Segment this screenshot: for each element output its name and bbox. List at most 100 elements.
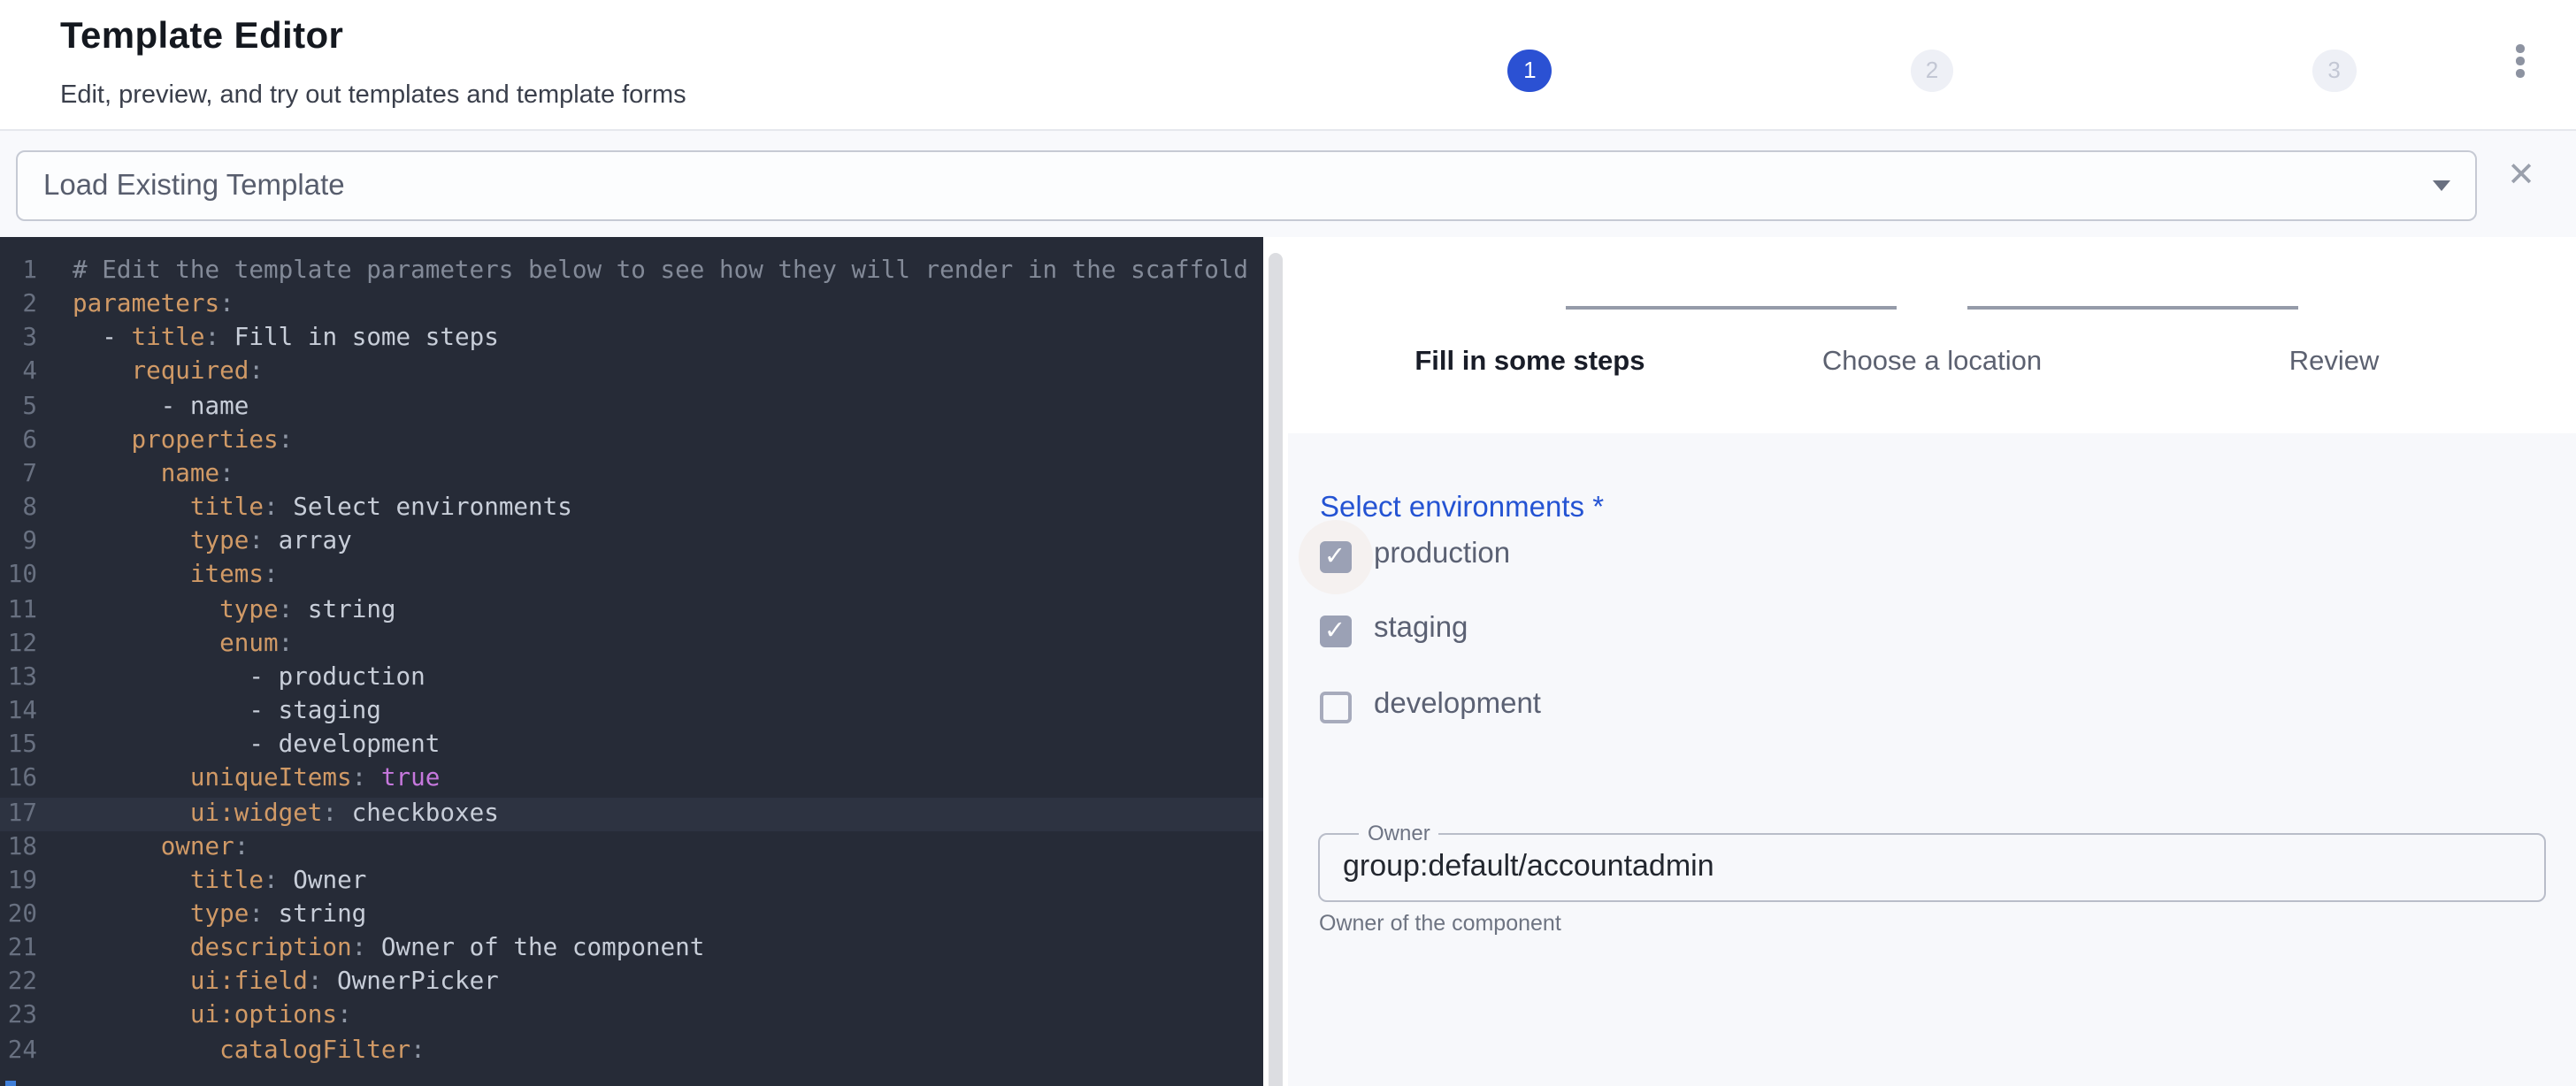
line-content: description: Owner of the component <box>73 932 704 966</box>
line-content: - name <box>73 390 249 424</box>
code-line-23[interactable]: 23 ui:options: <box>0 1000 1263 1034</box>
line-content: title: Owner <box>73 865 366 899</box>
line-content: - title: Fill in some steps <box>73 323 499 356</box>
code-line-9[interactable]: 9 type: array <box>0 526 1263 560</box>
line-content: owner: <box>73 830 249 864</box>
line-number: 12 <box>0 627 37 661</box>
step-1-indicator: 1 <box>1508 49 1552 92</box>
line-number: 5 <box>0 390 37 424</box>
line-content: # Edit the template parameters below to … <box>73 255 1248 288</box>
line-content: ui:options: <box>73 1000 352 1034</box>
owner-field-value: group:default/accountadmin <box>1343 835 1714 899</box>
code-line-13[interactable]: 13 - production <box>0 662 1263 695</box>
line-content: - production <box>73 662 426 695</box>
line-number: 16 <box>0 763 37 797</box>
code-line-20[interactable]: 20 type: string <box>0 899 1263 932</box>
code-line-2[interactable]: 2parameters: <box>0 288 1263 322</box>
line-number: 1 <box>0 255 37 288</box>
line-number: 8 <box>0 492 37 525</box>
line-number: 18 <box>0 830 37 864</box>
page-header: Template Editor Edit, preview, and try o… <box>0 0 2576 128</box>
step-connector <box>1968 306 2299 309</box>
code-line-16[interactable]: 16 uniqueItems: true <box>0 763 1263 797</box>
code-line-22[interactable]: 22 ui:field: OwnerPicker <box>0 967 1263 1000</box>
owner-field-helper: Owner of the component <box>1319 911 1561 936</box>
line-number: 3 <box>0 323 37 356</box>
step-label-1: Fill in some steps <box>1353 347 1706 379</box>
code-line-1[interactable]: 1 # Edit the template parameters below to… <box>0 255 1263 288</box>
required-asterisk: * <box>1592 492 1604 524</box>
line-number: 7 <box>0 458 37 492</box>
code-line-14[interactable]: 14 - staging <box>0 695 1263 729</box>
line-number: 21 <box>0 932 37 966</box>
line-number: 11 <box>0 593 37 627</box>
line-content: type: string <box>73 593 396 627</box>
kebab-menu-icon <box>2516 57 2524 65</box>
code-line-15[interactable]: 15 - development <box>0 729 1263 762</box>
step-2-indicator: 2 <box>1911 49 1954 92</box>
checkbox-staging[interactable]: ✓ <box>1319 616 1351 647</box>
line-content: ui:widget: checkboxes <box>73 797 499 830</box>
code-line-12[interactable]: 12 enum: <box>0 627 1263 661</box>
checkmark-icon: ✓ <box>1319 616 1351 647</box>
line-content: type: string <box>73 899 366 932</box>
yaml-code-editor[interactable]: 1 # Edit the template parameters below to… <box>0 237 1263 1086</box>
more-options-button[interactable] <box>2491 34 2548 90</box>
line-content: title: Select environments <box>73 492 572 525</box>
checkbox-label-staging[interactable]: staging <box>1374 612 1468 646</box>
editor-cursor <box>5 1080 15 1086</box>
load-existing-template-placeholder: Load Existing Template <box>43 151 345 218</box>
checkmark-icon: ✓ <box>1319 541 1351 573</box>
page-subtitle: Edit, preview, and try out templates and… <box>60 81 686 110</box>
clear-selection-button[interactable]: ✕ <box>2500 153 2542 195</box>
page-title: Template Editor <box>60 16 343 58</box>
line-number: 19 <box>0 865 37 899</box>
code-line-17[interactable]: 17 ui:widget: checkboxes <box>0 797 1263 830</box>
step-label-3: Review <box>2158 347 2511 379</box>
code-line-11[interactable]: 11 type: string <box>0 593 1263 627</box>
code-line-8[interactable]: 8 title: Select environments <box>0 492 1263 525</box>
step-label-2: Choose a location <box>1755 347 2109 379</box>
code-line-5[interactable]: 5 - name <box>0 390 1263 424</box>
line-content: name: <box>73 458 234 492</box>
line-content: parameters: <box>73 288 234 322</box>
line-number: 20 <box>0 899 37 932</box>
line-content: - development <box>73 729 440 762</box>
checkbox-row-staging: ✓ staging <box>1288 595 1996 669</box>
checkbox-label-development[interactable]: development <box>1374 687 1541 721</box>
line-content: type: array <box>73 526 352 560</box>
line-number: 24 <box>0 1034 37 1067</box>
code-line-4[interactable]: 4 required: <box>0 356 1263 390</box>
form-card: Select environments * ✓ production ✓ stagin… <box>1288 433 2576 1086</box>
code-line-19[interactable]: 19 title: Owner <box>0 865 1263 899</box>
step-3-indicator: 3 <box>2312 49 2356 92</box>
editor-scrollbar[interactable] <box>1269 252 1282 1086</box>
code-line-18[interactable]: 18 owner: <box>0 830 1263 864</box>
line-content: items: <box>73 560 279 593</box>
line-number: 15 <box>0 729 37 762</box>
kebab-menu-icon <box>2516 44 2524 52</box>
line-number: 4 <box>0 356 37 390</box>
checkbox-group-label-text: Select environments <box>1320 492 1584 524</box>
code-line-3[interactable]: 3 - title: Fill in some steps <box>0 323 1263 356</box>
code-line-6[interactable]: 6 properties: <box>0 424 1263 458</box>
code-line-10[interactable]: 10 items: <box>0 560 1263 593</box>
line-number: 23 <box>0 1000 37 1034</box>
line-content: required: <box>73 356 264 390</box>
line-number: 9 <box>0 526 37 560</box>
code-line-7[interactable]: 7 name: <box>0 458 1263 492</box>
code-line-24[interactable]: 24 catalogFilter: <box>0 1034 1263 1067</box>
line-number: 13 <box>0 662 37 695</box>
line-content: enum: <box>73 627 293 661</box>
load-existing-template-select[interactable]: Load Existing Template <box>15 149 2476 220</box>
owner-field[interactable]: Owner group:default/accountadmin <box>1318 833 2545 901</box>
checkbox-row-development: development <box>1288 670 1996 745</box>
line-number: 14 <box>0 695 37 729</box>
checkbox-production[interactable]: ✓ <box>1319 541 1351 573</box>
line-content: catalogFilter: <box>73 1034 426 1067</box>
line-number: 6 <box>0 424 37 458</box>
checkbox-label-production[interactable]: production <box>1374 538 1510 571</box>
line-content: properties: <box>73 424 293 458</box>
code-line-21[interactable]: 21 description: Owner of the component <box>0 932 1263 966</box>
checkbox-development[interactable] <box>1319 691 1351 723</box>
